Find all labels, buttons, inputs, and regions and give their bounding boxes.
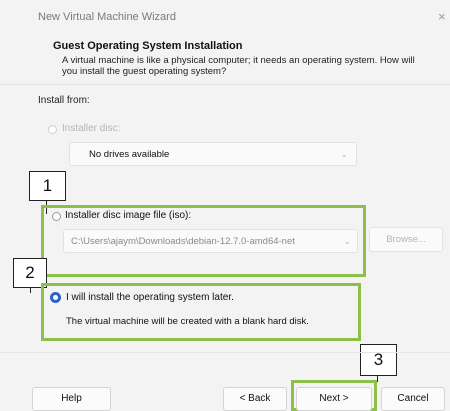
callout-3: 3 (360, 344, 397, 376)
page-title: Guest Operating System Installation (53, 40, 243, 52)
install-from-label: Install from: (38, 95, 90, 106)
installer-disc-label: Installer disc: (62, 123, 121, 134)
next-button[interactable]: Next > (296, 387, 372, 411)
window-title: New Virtual Machine Wizard (38, 11, 176, 23)
wizard-header: Guest Operating System Installation A vi… (0, 34, 450, 85)
title-bar: New Virtual Machine Wizard × (0, 0, 450, 34)
callout-2-pointer (30, 288, 31, 293)
help-button[interactable]: Help (32, 387, 111, 411)
chevron-down-icon: ⌄ (344, 237, 351, 246)
close-icon[interactable]: × (438, 9, 446, 24)
iso-path-combobox[interactable]: C:\Users\ajaym\Downloads\debian-12.7.0-a… (63, 229, 358, 253)
install-later-label: I will install the operating system late… (66, 292, 234, 303)
iso-path-value: C:\Users\ajaym\Downloads\debian-12.7.0-a… (71, 236, 295, 247)
blank-disk-note: The virtual machine will be created with… (66, 316, 309, 327)
iso-option-radio[interactable] (52, 212, 61, 221)
iso-option-label: Installer disc image file (iso): (65, 210, 192, 221)
disc-drive-dropdown[interactable]: No drives available ⌄ (69, 142, 357, 166)
page-description: A virtual machine is like a physical com… (62, 55, 415, 77)
cancel-button[interactable]: Cancel (381, 387, 445, 411)
installer-disc-radio[interactable] (48, 125, 57, 134)
callout-3-pointer (377, 376, 378, 382)
disc-drive-value: No drives available (89, 149, 170, 160)
chevron-down-icon: ⌄ (341, 150, 348, 159)
callout-1: 1 (29, 171, 66, 201)
install-later-radio[interactable] (50, 292, 61, 303)
footer-divider (0, 352, 450, 353)
back-button[interactable]: < Back (223, 387, 287, 411)
browse-button[interactable]: Browse... (369, 227, 443, 252)
